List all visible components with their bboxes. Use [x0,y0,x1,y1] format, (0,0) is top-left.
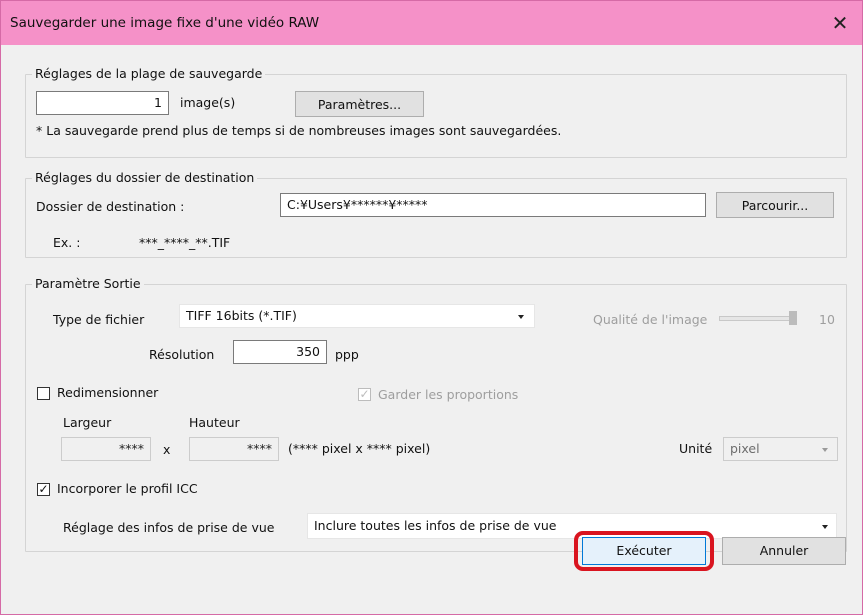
destination-folder-label: Dossier de destination : [36,199,185,214]
save-range-group: Réglages de la plage de sauvegarde [25,66,847,158]
parameters-button[interactable]: Paramètres... [295,91,424,117]
image-quality-slider[interactable] [719,311,799,325]
close-icon[interactable]: ✕ [818,1,862,45]
width-value: **** [119,441,144,456]
execute-button-highlight [574,531,714,571]
browse-button[interactable]: Parcourir... [716,192,834,218]
chevron-down-icon [518,315,524,319]
icc-profile-checkbox[interactable]: ✓ [37,483,50,496]
image-count-field[interactable]: 1 [36,91,169,115]
dialog-title: Sauvegarder une image fixe d'une vidéo R… [10,15,320,31]
width-label: Largeur [63,415,112,430]
unit-label: Unité [679,441,713,456]
resolution-unit: ppp [335,347,359,362]
resolution-label: Résolution [149,347,215,362]
image-quality-label: Qualité de l'image [593,312,708,327]
resolution-field[interactable]: 350 [233,340,327,364]
icc-profile-label[interactable]: Incorporer le profil ICC [57,481,198,496]
save-range-legend: Réglages de la plage de sauvegarde [32,66,266,82]
chevron-down-icon [822,525,828,529]
save-still-dialog: Sauvegarder une image fixe d'une vidéo R… [0,0,863,615]
height-label: Hauteur [189,415,240,430]
title-bar: Sauvegarder une image fixe d'une vidéo R… [1,1,862,45]
resize-checkbox[interactable] [37,387,50,400]
image-quality-value: 10 [819,312,835,327]
shooting-info-select[interactable]: Inclure toutes les infos de prise de vue [307,513,837,539]
shooting-info-label: Réglage des infos de prise de vue [63,520,275,535]
example-label: Ex. : [53,235,81,250]
resize-label[interactable]: Redimensionner [57,385,158,400]
keep-ratio-checkbox[interactable]: ✓ [358,388,371,401]
output-settings-legend: Paramètre Sortie [32,276,144,292]
destination-folder-field[interactable]: C:¥Users¥******¥***** [280,193,706,217]
width-field[interactable]: **** [61,437,151,461]
height-value: **** [247,441,272,456]
resolution-value: 350 [296,344,320,359]
save-range-note: * La sauvegarde prend plus de temps si d… [36,123,562,138]
times-sign: x [163,442,171,457]
destination-legend: Réglages du dossier de destination [32,170,258,186]
example-filename: ***_****_**.TIF [139,235,231,250]
shooting-info-value: Inclure toutes les infos de prise de vue [314,518,557,533]
slider-thumb[interactable] [789,311,797,325]
unit-value: pixel [730,441,760,456]
cancel-button[interactable]: Annuler [722,537,846,565]
chevron-down-icon [822,448,828,452]
height-field[interactable]: **** [189,437,279,461]
pixel-size-info: (**** pixel x **** pixel) [288,441,431,456]
file-type-label: Type de fichier [53,312,145,327]
image-count-unit: image(s) [180,95,236,110]
file-type-select[interactable]: TIFF 16bits (*.TIF) [179,304,535,328]
destination-folder-value: C:¥Users¥******¥***** [287,197,428,212]
image-count-value: 1 [154,95,162,110]
unit-select[interactable]: pixel [723,437,838,461]
file-type-value: TIFF 16bits (*.TIF) [186,308,297,323]
keep-ratio-label[interactable]: Garder les proportions [378,387,518,402]
slider-track [719,316,797,321]
